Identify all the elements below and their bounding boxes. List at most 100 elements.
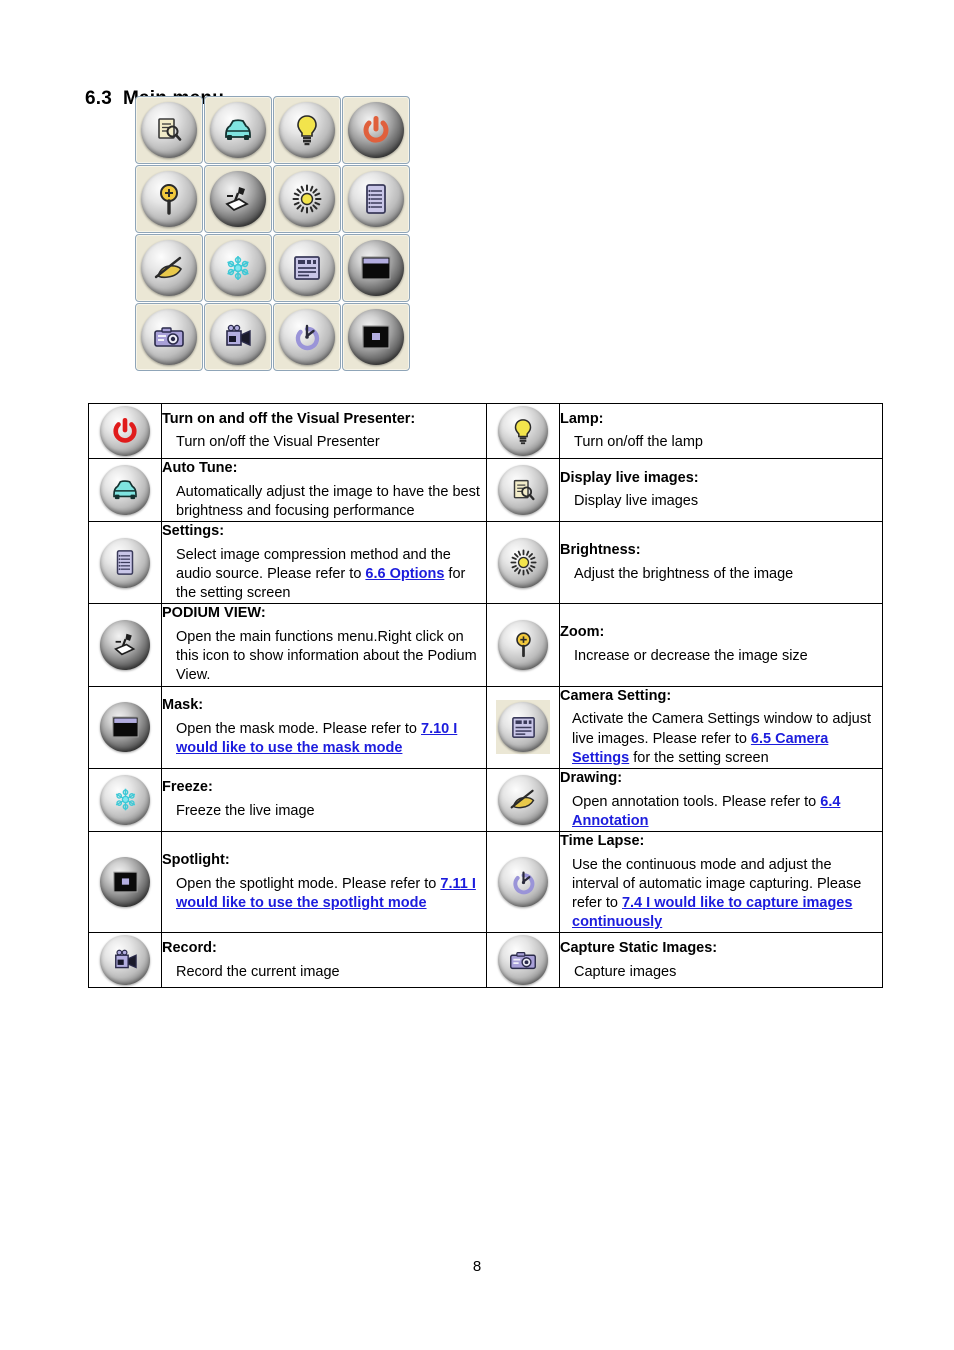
description-pre: Increase or decrease the image size [574, 648, 808, 665]
grid-button-mask[interactable] [342, 234, 410, 302]
description-text: Record the current image [162, 963, 486, 982]
grid-button-podium-view[interactable] [204, 165, 272, 233]
freeze-icon [210, 240, 266, 296]
description-text: Use the continuous mode and adjust the i… [560, 856, 882, 933]
record-icon [210, 309, 266, 365]
description-pre: Adjust the brightness of the image [574, 566, 794, 583]
spotlight-icon [348, 309, 404, 365]
description-post: for the setting screen [629, 749, 769, 766]
description-text: Adjust the brightness of the image [560, 565, 882, 584]
display-live-images-icon [496, 463, 550, 517]
table-text-cell: Spotlight: Open the spotlight mode. Plea… [161, 830, 487, 934]
table-icon-cell-zoom [486, 603, 560, 687]
lamp-icon [496, 404, 550, 458]
term-label: Camera Setting: [560, 687, 672, 704]
term-label: Record: [162, 939, 217, 956]
description-pre: Display live images [574, 493, 699, 510]
description-text: Turn on/off the Visual Presenter [162, 433, 486, 452]
drawing-icon [141, 240, 197, 296]
grid-button-record[interactable] [204, 303, 272, 371]
grid-button-spotlight[interactable] [342, 303, 410, 371]
table-icon-cell-freeze [88, 767, 162, 832]
mask-icon [348, 240, 404, 296]
table-icon-cell-drawing [486, 767, 560, 832]
description-pre: Capture images [574, 963, 677, 980]
table-row: Settings: Select image compression metho… [88, 521, 883, 605]
grid-button-auto-tune[interactable] [204, 96, 272, 164]
grid-button-power[interactable] [342, 96, 410, 164]
table-row: Spotlight: Open the spotlight mode. Plea… [88, 830, 883, 934]
capture-static-images-icon [496, 933, 550, 987]
lamp-icon [279, 102, 335, 158]
table-icon-cell-time-lapse [486, 830, 560, 934]
description-pre: Turn on/off the Visual Presenter [176, 434, 380, 451]
term-label: Drawing: [560, 769, 623, 786]
grid-button-lamp[interactable] [273, 96, 341, 164]
description-text: Automatically adjust the image to have t… [162, 483, 486, 521]
auto-tune-icon [210, 102, 266, 158]
table-text-cell: Drawing: Open annotation tools. Please r… [559, 767, 883, 832]
table-text-cell: Record: Record the current image [161, 932, 487, 989]
settings-icon [98, 536, 152, 590]
description-pre: Open annotation tools. Please refer to [572, 793, 821, 810]
table-icon-cell-spotlight [88, 830, 162, 934]
cross-reference-link[interactable]: 6.6 Options [365, 566, 444, 582]
table-row: Record: Record the current image Capture… [88, 932, 883, 989]
page-number: 8 [472, 1258, 482, 1275]
description-text: Freeze the live image [162, 802, 486, 821]
grid-button-brightness[interactable] [273, 165, 341, 233]
podium-view-icon [98, 618, 152, 672]
description-text: Open the main functions menu.Right click… [162, 628, 486, 685]
table-icon-cell-lamp [486, 403, 560, 459]
table-text-cell: Time Lapse: Use the continuous mode and … [559, 830, 883, 934]
term-label: PODIUM VIEW: [162, 605, 266, 622]
table-icon-cell-record [88, 932, 162, 989]
table-icon-cell-camera-setting [486, 685, 560, 769]
spotlight-icon [98, 855, 152, 909]
table-row: Freeze: Freeze the live image Drawing: O… [88, 767, 883, 832]
term-label: Zoom: [560, 624, 605, 641]
capture-static-images-icon [141, 309, 197, 365]
description-pre: Record the current image [176, 963, 340, 980]
grid-button-zoom[interactable] [135, 165, 203, 233]
grid-button-camera-setting[interactable] [273, 234, 341, 302]
freeze-icon [98, 773, 152, 827]
table-icon-cell-mask [88, 685, 162, 769]
term-label: Mask: [162, 697, 204, 714]
description-pre: Automatically adjust the image to have t… [176, 483, 480, 519]
section-number: 6.3 [84, 88, 112, 109]
record-icon [98, 933, 152, 987]
description-text: Turn on/off the lamp [560, 433, 882, 452]
description-text: Open the spotlight mode. Please refer to… [162, 875, 486, 913]
table-icon-cell-settings [88, 521, 162, 605]
description-pre: Open the main functions menu.Right click… [176, 629, 477, 684]
grid-button-display-live-images[interactable] [135, 96, 203, 164]
zoom-icon [141, 171, 197, 227]
table-icon-cell-brightness [486, 521, 560, 605]
description-pre: Open the mask mode. Please refer to [176, 720, 422, 737]
icon-description-table: Turn on and off the Visual Presenter: Tu… [88, 403, 883, 989]
description-text: Capture images [560, 963, 882, 982]
grid-button-time-lapse[interactable] [273, 303, 341, 371]
grid-button-drawing[interactable] [135, 234, 203, 302]
table-icon-cell-auto-tune [88, 457, 162, 523]
auto-tune-icon [98, 463, 152, 517]
table-row: Mask: Open the mask mode. Please refer t… [88, 685, 883, 769]
power-icon [348, 102, 404, 158]
term-label: Freeze: [162, 779, 213, 796]
description-text: Display live images [560, 492, 882, 511]
term-label: Spotlight: [162, 851, 230, 868]
camera-setting-icon [279, 240, 335, 296]
term-label: Display live images: [560, 469, 699, 486]
zoom-icon [496, 618, 550, 672]
table-row: PODIUM VIEW: Open the main functions men… [88, 603, 883, 687]
description-text: Activate the Camera Settings window to a… [560, 710, 882, 767]
term-label: Auto Tune: [162, 460, 238, 476]
grid-button-freeze[interactable] [204, 234, 272, 302]
description-text: Increase or decrease the image size [560, 647, 882, 666]
grid-button-capture-static-images[interactable] [135, 303, 203, 371]
grid-button-settings[interactable] [342, 165, 410, 233]
term-label: Capture Static Images: [560, 939, 718, 956]
description-text: Open annotation tools. Please refer to 6… [560, 793, 882, 831]
table-icon-cell-capture-static-images [486, 932, 560, 989]
